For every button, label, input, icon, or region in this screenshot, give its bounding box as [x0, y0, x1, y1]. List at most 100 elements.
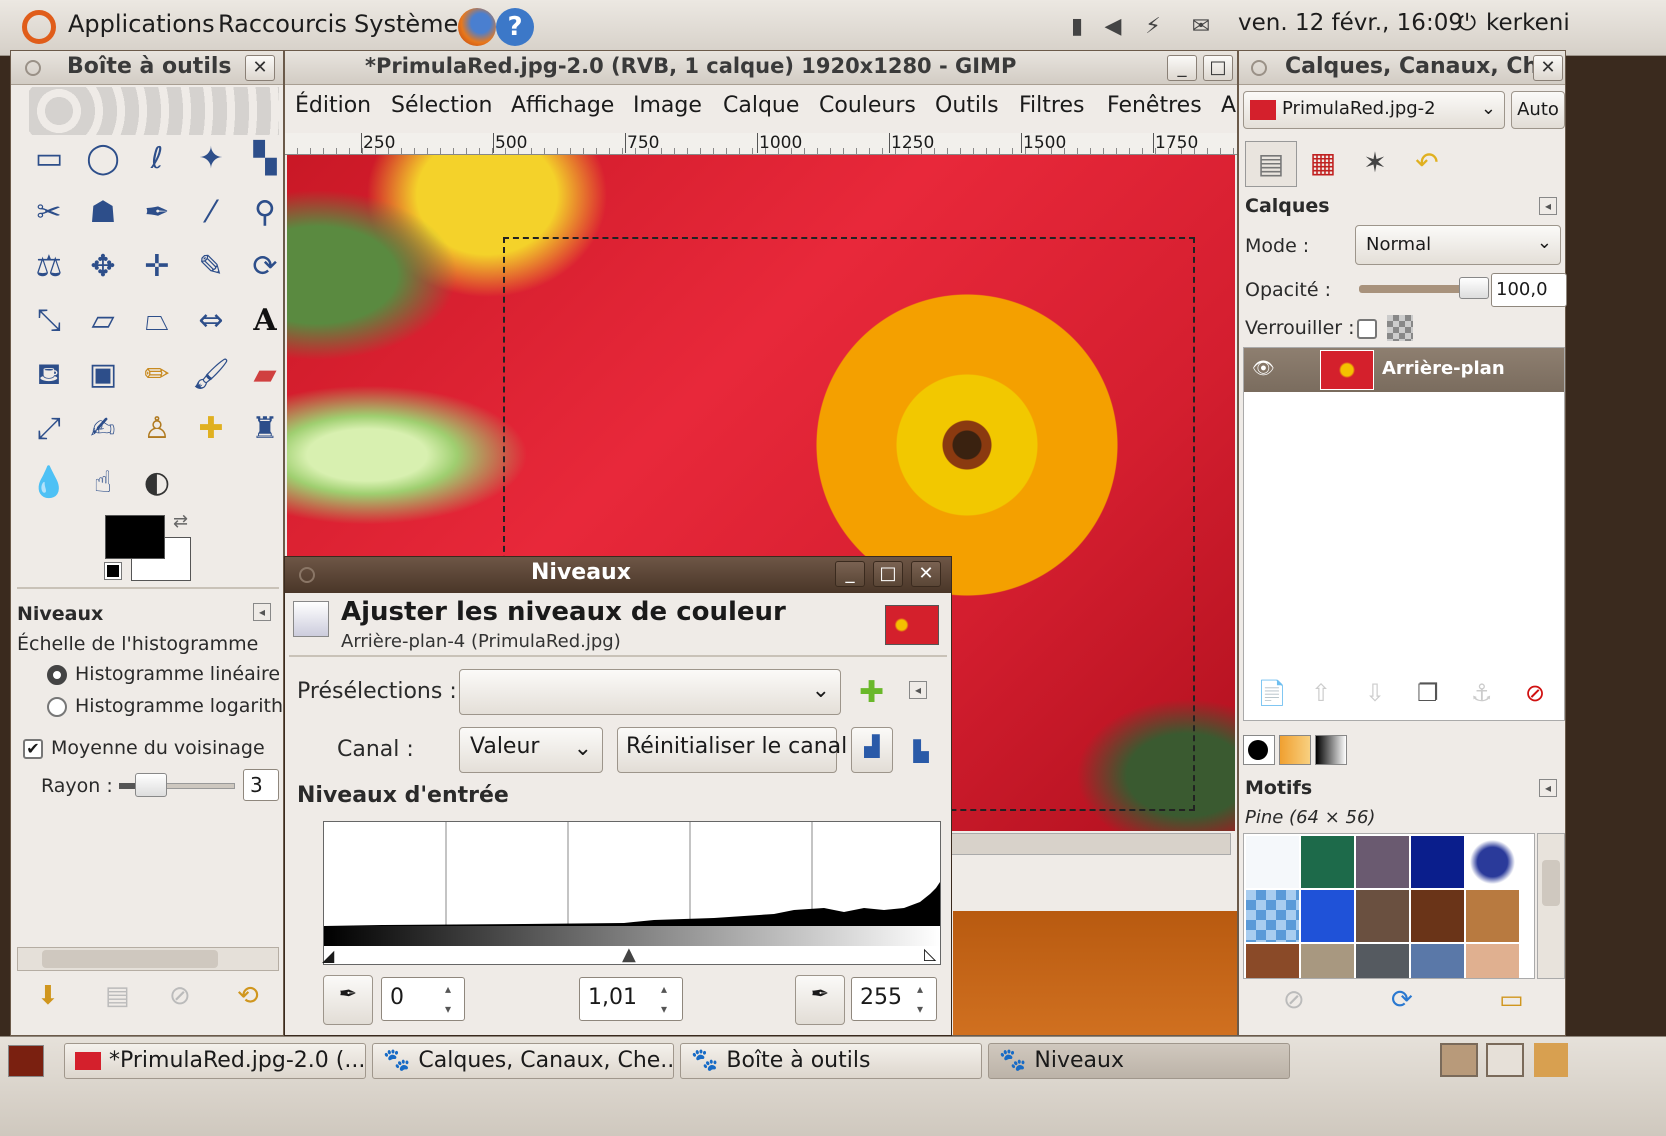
blend-icon[interactable]: ▣ — [81, 353, 125, 397]
horizontal-scrollbar[interactable] — [17, 947, 279, 971]
foreground-select-icon[interactable]: ☗ — [81, 191, 125, 235]
network-icon[interactable]: ⚡ — [1140, 14, 1166, 40]
pattern-swatch[interactable] — [1246, 944, 1299, 978]
pattern-swatch[interactable] — [1246, 836, 1299, 888]
refresh-icon[interactable]: ⟳ — [1391, 985, 1413, 1015]
pattern-swatch[interactable] — [1301, 836, 1354, 888]
spin-arrows-icon[interactable]: ▴ ▾ — [661, 979, 679, 1019]
radius-slider-handle[interactable] — [135, 773, 167, 797]
foreground-color-swatch[interactable] — [105, 515, 165, 559]
color-picker-icon[interactable]: ⁄ — [189, 191, 233, 235]
lasso-icon[interactable]: ℓ — [135, 137, 179, 181]
task-layers-dock[interactable]: 🐾 Calques, Canaux, Che... — [372, 1043, 674, 1079]
airbrush-icon[interactable]: ⤢ — [27, 407, 71, 451]
maximize-button[interactable]: □ — [1203, 55, 1233, 81]
blur-icon[interactable]: 💧 — [27, 461, 71, 505]
menu-select[interactable]: Sélection — [391, 93, 492, 118]
minimize-button[interactable]: _ — [835, 561, 865, 587]
menu-system[interactable]: Système — [354, 10, 458, 38]
spin-arrows-icon[interactable]: ▴ ▾ — [445, 979, 463, 1019]
close-button[interactable]: ✕ — [1533, 55, 1563, 81]
ubuntu-logo-icon[interactable] — [22, 10, 56, 44]
menu-help[interactable]: A — [1221, 93, 1236, 118]
menu-image[interactable]: Image — [633, 93, 702, 118]
presets-select[interactable]: ⌄ — [459, 669, 841, 715]
raise-layer-icon[interactable]: ⇧ — [1311, 679, 1331, 707]
canvas-scrollbar[interactable] — [951, 833, 1231, 855]
default-colors-icon[interactable] — [104, 562, 122, 580]
average-checkbox[interactable]: ✔ — [23, 739, 43, 759]
menu-edit[interactable]: Édition — [295, 93, 371, 118]
battery-icon[interactable]: ▮ — [1064, 14, 1090, 40]
open-folder-icon[interactable]: ▭ — [1499, 985, 1524, 1015]
user-name[interactable]: kerkeni — [1486, 10, 1570, 36]
color-select-icon[interactable]: ▚ — [243, 137, 287, 181]
reset-channel-button[interactable]: Réinitialiser le canal — [617, 727, 847, 773]
auto-button[interactable]: Auto — [1511, 91, 1565, 129]
layer-row[interactable]: 👁 Arrière-plan — [1244, 348, 1564, 392]
ellipse-select-icon[interactable]: ◯ — [81, 137, 125, 181]
pattern-swatch[interactable] — [1466, 890, 1519, 942]
menu-tools[interactable]: Outils — [935, 93, 999, 118]
window-menu-icon[interactable] — [25, 60, 41, 76]
edit-pattern-icon[interactable]: ⊘ — [1283, 985, 1305, 1015]
spin-arrows-icon[interactable]: ▴ ▾ — [917, 979, 935, 1019]
rect-select-icon[interactable]: ▭ — [27, 137, 71, 181]
layer-name[interactable]: Arrière-plan — [1382, 358, 1505, 379]
duplicate-layer-icon[interactable]: ❐ — [1417, 679, 1439, 707]
pattern-swatch[interactable] — [1301, 944, 1354, 978]
menu-windows[interactable]: Fenêtres — [1107, 93, 1202, 118]
restore-options-icon[interactable]: ▤ — [105, 981, 130, 1011]
volume-icon[interactable]: ◀ — [1100, 14, 1126, 40]
log-radio[interactable] — [47, 697, 67, 717]
menu-shortcuts[interactable]: Raccourcis — [218, 10, 347, 38]
pattern-swatch[interactable] — [1411, 836, 1464, 888]
trash-icon[interactable] — [1534, 1043, 1568, 1077]
anchor-icon[interactable]: ⚓ — [1471, 679, 1493, 707]
measure-icon[interactable]: ⚖ — [27, 245, 71, 289]
pattern-swatch[interactable] — [1356, 890, 1409, 942]
workspace-2[interactable] — [1486, 1043, 1524, 1077]
pattern-swatch[interactable] — [1356, 836, 1409, 888]
smudge-icon[interactable]: ☝ — [81, 461, 125, 505]
white-point-handle[interactable]: ◺ — [924, 944, 936, 963]
fuzzy-select-icon[interactable]: ✦ — [189, 137, 233, 181]
eraser-icon[interactable]: ▰ — [243, 353, 287, 397]
pencil-icon[interactable]: ✏ — [135, 353, 179, 397]
dock-titlebar[interactable]: Calques, Canaux, Ch ✕ — [1239, 51, 1565, 85]
menu-filters[interactable]: Filtres — [1019, 93, 1084, 118]
clock[interactable]: ven. 12 févr., 16:09 — [1238, 10, 1463, 36]
preset-menu-icon[interactable]: ◂ — [909, 681, 927, 699]
pattern-swatch[interactable] — [1466, 836, 1519, 888]
workspace-1[interactable] — [1440, 1043, 1478, 1077]
pattern-scrollbar[interactable] — [1537, 833, 1565, 979]
window-menu-icon[interactable] — [299, 567, 315, 583]
tab-menu-icon[interactable]: ◂ — [253, 603, 271, 621]
pattern-swatch[interactable] — [1356, 944, 1409, 978]
save-options-icon[interactable]: ⬇ — [37, 981, 59, 1011]
lock-alpha-icon[interactable] — [1387, 315, 1413, 341]
linear-histogram-icon[interactable]: ▟ — [851, 727, 893, 773]
tab-menu-icon[interactable]: ◂ — [1539, 197, 1557, 215]
zoom-icon[interactable]: ⚲ — [243, 191, 287, 235]
pattern-swatch[interactable] — [1466, 944, 1519, 978]
menu-applications[interactable]: Applications — [68, 10, 215, 38]
opacity-slider-handle[interactable] — [1459, 277, 1489, 299]
undo-tab-icon[interactable]: ↶ — [1401, 141, 1453, 187]
delete-options-icon[interactable]: ⊘ — [169, 981, 191, 1011]
tab-menu-icon[interactable]: ◂ — [1539, 779, 1557, 797]
bucket-fill-icon[interactable]: ⛾ — [27, 353, 71, 397]
shear-icon[interactable]: ▱ — [81, 299, 125, 343]
show-desktop-icon[interactable] — [8, 1045, 44, 1077]
reset-options-icon[interactable]: ⟲ — [237, 981, 259, 1011]
rotate-icon[interactable]: ⟳ — [243, 245, 287, 289]
scale-icon[interactable]: ⤡ — [27, 299, 71, 343]
black-point-handle[interactable]: ◢ — [322, 946, 334, 965]
crop-icon[interactable]: ✎ — [189, 245, 233, 289]
task-toolbox[interactable]: 🐾 Boîte à outils — [680, 1043, 982, 1079]
radius-input[interactable]: 3 — [243, 769, 279, 801]
pattern-swatch[interactable] — [1301, 890, 1354, 942]
image-select[interactable]: PrimulaRed.jpg-2 ⌄ — [1243, 91, 1505, 129]
gamma-handle[interactable]: ▲ — [622, 944, 636, 965]
scissors-icon[interactable]: ✂ — [27, 191, 71, 235]
